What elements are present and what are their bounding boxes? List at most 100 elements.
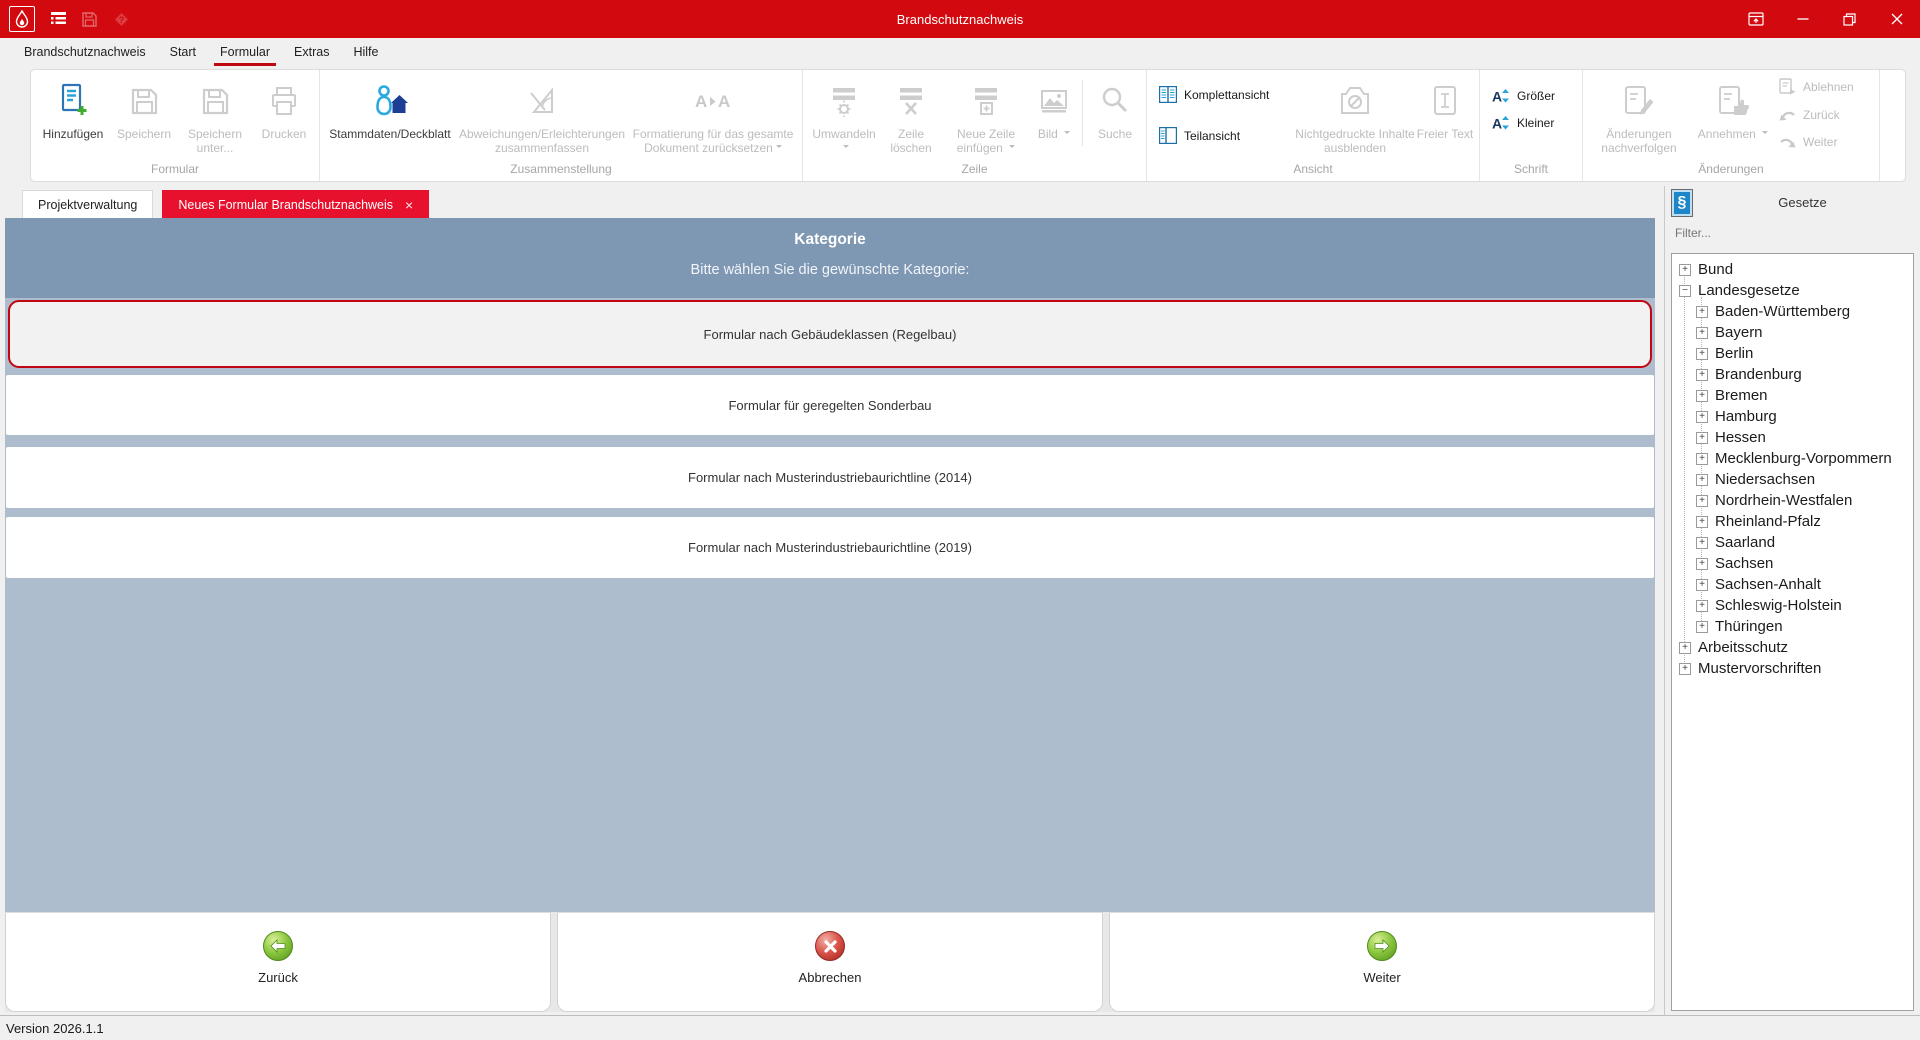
menu-item-formular[interactable]: Formular — [208, 38, 282, 66]
close-icon[interactable] — [1873, 0, 1920, 38]
tree-item-sachsen-anhalt[interactable]: + Sachsen-Anhalt — [1672, 574, 1913, 595]
expander-plus-icon[interactable]: + — [1679, 641, 1691, 654]
minimize-icon[interactable] — [1779, 0, 1826, 38]
filter-input[interactable] — [1673, 225, 1905, 241]
teilansicht-button[interactable]: Teilansicht — [1159, 127, 1295, 144]
tree-item-niedersachsen[interactable]: + Niedersachsen — [1672, 469, 1913, 490]
tree-item-baden-wuerttemberg[interactable]: + Baden-Württemberg — [1672, 301, 1913, 322]
menu-item-start[interactable]: Start — [158, 38, 208, 66]
expander-plus-icon[interactable]: + — [1696, 431, 1708, 444]
tree-item-arbeitsschutz[interactable]: + Arbeitsschutz — [1672, 637, 1913, 658]
abweichungen-button[interactable]: Abweichungen/Erleichterungen zusammenfas… — [456, 72, 628, 162]
arrow-left-green-icon — [263, 931, 293, 961]
font-larger-icon: A — [1492, 88, 1510, 104]
menu-list-icon[interactable] — [51, 11, 66, 27]
abbrechen-button[interactable]: Abbrechen — [557, 912, 1103, 1012]
tree-item-mecklenburg-vorpommern[interactable]: + Mecklenburg-Vorpommern — [1672, 448, 1913, 469]
full-view-icon — [1159, 86, 1177, 103]
expander-plus-icon[interactable]: + — [1696, 494, 1708, 507]
window-title: Brandschutznachweis — [896, 11, 1024, 27]
suche-button[interactable]: Suche — [1088, 72, 1142, 162]
tree-item-hamburg[interactable]: + Hamburg — [1672, 406, 1913, 427]
zeile-loeschen-button[interactable]: Zeile löschen — [881, 72, 941, 162]
ribbon-pin-icon[interactable] — [1732, 0, 1779, 38]
formatierung-zuruecksetzen-button[interactable]: AA Formatierung für das gesamte Dokument… — [628, 72, 798, 162]
tab-projektverwaltung[interactable]: Projektverwaltung — [22, 190, 154, 218]
speichern-button[interactable]: Speichern — [111, 72, 177, 162]
tree-item-bund[interactable]: + Bund — [1672, 259, 1913, 280]
tree-item-mustervorschriften[interactable]: + Mustervorschriften — [1672, 658, 1913, 679]
stammdaten-deckblatt-button[interactable]: Stammdaten/Deckblatt — [324, 72, 456, 162]
expander-plus-icon[interactable]: + — [1679, 263, 1691, 276]
expander-plus-icon[interactable]: + — [1696, 305, 1708, 318]
expander-plus-icon[interactable]: + — [1696, 557, 1708, 570]
tree-item-rheinland-pfalz[interactable]: + Rheinland-Pfalz — [1672, 511, 1913, 532]
tree-item-thueringen[interactable]: + Thüringen — [1672, 616, 1913, 637]
option-formular-sonderbau[interactable]: Formular für geregelten Sonderbau — [6, 375, 1654, 435]
expander-plus-icon[interactable]: + — [1679, 662, 1691, 675]
tree-item-berlin[interactable]: + Berlin — [1672, 343, 1913, 364]
bild-button[interactable]: Bild — [1031, 72, 1077, 162]
option-formular-musterindustrie-2019[interactable]: Formular nach Musterindustriebaurichtlin… — [6, 517, 1654, 578]
expander-minus-icon[interactable]: − — [1679, 284, 1691, 297]
tree-item-landesgesetze[interactable]: − Landesgesetze — [1672, 280, 1913, 301]
speichern-unter-button[interactable]: Speichern unter... — [177, 72, 253, 162]
neue-zeile-einfuegen-button[interactable]: Neue Zeile einfügen — [941, 72, 1031, 162]
aenderung-weiter-button[interactable]: Weiter — [1779, 135, 1875, 149]
quick-help-icon[interactable]: ? — [113, 11, 130, 28]
menu-item-brandschutznachweis[interactable]: Brandschutznachweis — [12, 38, 158, 66]
ablehnen-button[interactable]: Ablehnen — [1779, 78, 1875, 95]
laws-tree: + Bund − Landesgesetze + Baden-Württemberg … — [1671, 253, 1914, 1011]
protractor-icon — [525, 82, 559, 120]
cancel-x-red-icon — [815, 931, 845, 961]
expander-plus-icon[interactable]: + — [1696, 578, 1708, 591]
expander-plus-icon[interactable]: + — [1696, 452, 1708, 465]
quick-save-icon[interactable] — [82, 11, 97, 27]
freier-text-button[interactable]: Freier Text — [1415, 72, 1475, 162]
tab-neues-formular-brandschutznachweis[interactable]: Neues Formular Brandschutznachweis × — [162, 190, 430, 218]
annehmen-button[interactable]: Annehmen — [1691, 72, 1775, 162]
expander-plus-icon[interactable]: + — [1696, 536, 1708, 549]
menu-item-extras[interactable]: Extras — [282, 38, 341, 66]
expander-plus-icon[interactable]: + — [1696, 368, 1708, 381]
tree-item-schleswig-holstein[interactable]: + Schleswig-Holstein — [1672, 595, 1913, 616]
tab-close-icon[interactable]: × — [405, 198, 413, 212]
weiter-button[interactable]: Weiter — [1109, 912, 1655, 1012]
option-formular-musterindustrie-2014[interactable]: Formular nach Musterindustriebaurichtlin… — [6, 447, 1654, 508]
komplettansicht-button[interactable]: Komplettansicht — [1159, 86, 1295, 103]
umwandeln-button[interactable]: Umwandeln — [807, 72, 881, 162]
chevron-down-icon — [775, 145, 782, 151]
restore-icon[interactable] — [1826, 0, 1873, 38]
expander-plus-icon[interactable]: + — [1696, 347, 1708, 360]
tree-item-bremen[interactable]: + Bremen — [1672, 385, 1913, 406]
tree-item-nordrhein-westfalen[interactable]: + Nordrhein-Westfalen — [1672, 490, 1913, 511]
expander-plus-icon[interactable]: + — [1696, 389, 1708, 402]
tree-item-saarland[interactable]: + Saarland — [1672, 532, 1913, 553]
nichtgedruckte-inhalte-button[interactable]: Nichtgedruckte Inhalte ausblenden — [1295, 72, 1415, 162]
track-changes-icon — [1622, 82, 1656, 120]
image-icon — [1038, 82, 1070, 120]
drucken-button[interactable]: Drucken — [253, 72, 315, 162]
expander-plus-icon[interactable]: + — [1696, 599, 1708, 612]
schrift-groesser-button[interactable]: A Größer — [1492, 88, 1578, 105]
ribbon-group-zusammenstellung: Stammdaten/Deckblatt Abweichungen/Erleic… — [320, 70, 803, 181]
expander-plus-icon[interactable]: + — [1696, 326, 1708, 339]
zurueck-button[interactable]: Zurück — [5, 912, 551, 1012]
category-panel: Kategorie Bitte wählen Sie die gewünscht… — [5, 218, 1655, 1012]
expander-plus-icon[interactable]: + — [1696, 515, 1708, 528]
tree-item-hessen[interactable]: + Hessen — [1672, 427, 1913, 448]
expander-plus-icon[interactable]: + — [1696, 410, 1708, 423]
aenderung-zurueck-button[interactable]: Zurück — [1779, 108, 1875, 122]
schrift-kleiner-button[interactable]: A Kleiner — [1492, 115, 1578, 132]
aenderungen-nachverfolgen-button[interactable]: Änderungen nachverfolgen — [1587, 72, 1691, 162]
hinzufuegen-button[interactable]: Hinzufügen — [35, 72, 111, 162]
tree-item-sachsen[interactable]: + Sachsen — [1672, 553, 1913, 574]
tree-item-brandenburg[interactable]: + Brandenburg — [1672, 364, 1913, 385]
expander-plus-icon[interactable]: + — [1696, 473, 1708, 486]
expander-plus-icon[interactable]: + — [1696, 620, 1708, 633]
menu-item-hilfe[interactable]: Hilfe — [341, 38, 390, 66]
ribbon: Hinzufügen Speichern Speichern unter... … — [0, 66, 1920, 187]
tree-item-bayern[interactable]: + Bayern — [1672, 322, 1913, 343]
option-formular-gebaeudeklassen[interactable]: Formular nach Gebäudeklassen (Regelbau) — [8, 300, 1652, 368]
ribbon-group-aenderungen: Änderungen nachverfolgen Annehmen Ablehn… — [1583, 70, 1880, 181]
